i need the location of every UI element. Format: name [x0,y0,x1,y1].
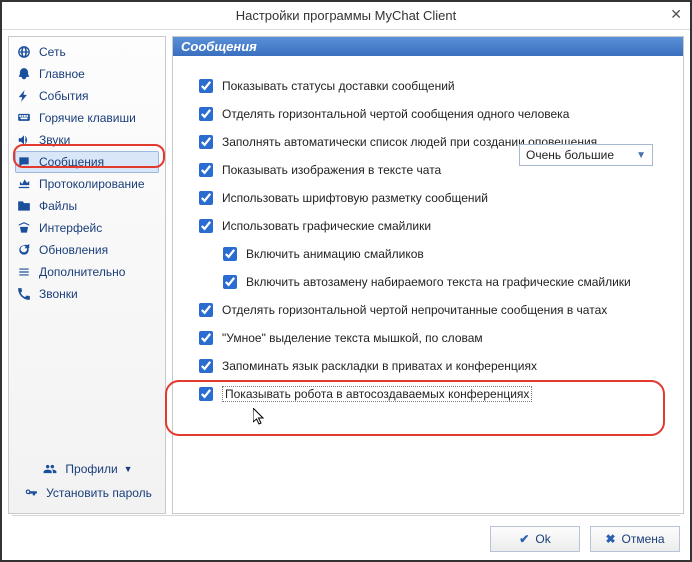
sidebar-item-10[interactable]: Дополнительно [9,261,165,283]
sidebar-item-11[interactable]: Звонки [9,283,165,305]
sidebar-item-label: Обновления [39,243,108,257]
cancel-label: Отмена [622,532,665,546]
option-label: Включить автозамену набираемого текста н… [246,275,631,289]
sidebar-icon [15,88,33,104]
sidebar-icon [15,220,33,236]
option-row-5[interactable]: Использовать графические смайлики [195,212,673,240]
chevron-down-icon: ▼ [124,464,133,474]
set-password-button[interactable]: Установить пароль [13,481,161,505]
option-label: Использовать графические смайлики [222,219,431,233]
sidebar-item-1[interactable]: Главное [9,63,165,85]
check-icon: ✔ [519,532,529,546]
sidebar-icon [15,286,33,302]
option-label: Показывать статусы доставки сообщений [222,79,455,93]
sidebar-icon [15,132,33,148]
sidebar-item-2[interactable]: События [9,85,165,107]
option-row-9[interactable]: "Умное" выделение текста мышкой, по слов… [195,324,673,352]
option-label: Показывать робота в автосоздаваемых конф… [222,386,532,402]
option-checkbox[interactable] [199,79,213,93]
sidebar-icon [15,176,33,192]
option-row-6[interactable]: Включить анимацию смайликов [219,240,673,268]
sidebar-item-0[interactable]: Сеть [9,41,165,63]
option-row-10[interactable]: Запоминать язык раскладки в приватах и к… [195,352,673,380]
option-checkbox[interactable] [199,303,213,317]
option-checkbox[interactable] [223,275,237,289]
profiles-label: Профили [65,462,117,476]
chevron-down-icon: ▼ [636,150,646,161]
option-row-4[interactable]: Использовать шрифтовую разметку сообщени… [195,184,673,212]
dialog-footer: ✔ Ok ✖ Отмена [12,526,680,552]
users-icon [41,461,59,477]
sidebar-icon [15,242,33,258]
option-checkbox[interactable] [199,219,213,233]
option-checkbox[interactable] [199,107,213,121]
sidebar: Сеть Главное События Горячие клавиши Звуки Со… [2,30,166,520]
option-row-11[interactable]: Показывать робота в автосоздаваемых конф… [195,380,673,408]
sidebar-icon [15,198,33,214]
sidebar-icon [15,66,33,82]
sidebar-footer: Профили ▼ Установить пароль [13,457,161,505]
option-label: Отделять горизонтальной чертой сообщения… [222,107,569,121]
window-title: Настройки программы MyChat Client [236,8,457,23]
sidebar-item-3[interactable]: Горячие клавиши [9,107,165,129]
sidebar-icon [15,110,33,126]
sidebar-item-label: Протоколирование [39,177,145,191]
sidebar-item-9[interactable]: Обновления [9,239,165,261]
option-label: Запоминать язык раскладки в приватах и к… [222,359,537,373]
close-icon[interactable]: ✕ [670,6,682,23]
sidebar-item-7[interactable]: Файлы [9,195,165,217]
sidebar-item-label: Интерфейс [39,221,102,235]
option-checkbox[interactable] [199,387,213,401]
option-checkbox[interactable] [223,247,237,261]
sidebar-item-label: Файлы [39,199,77,213]
image-size-value: Очень большие [526,148,614,162]
panel-title: Сообщения [173,37,683,56]
option-label: Показывать изображения в тексте чата [222,163,441,177]
option-checkbox[interactable] [199,331,213,345]
option-row-0[interactable]: Показывать статусы доставки сообщений [195,72,673,100]
option-label: Включить анимацию смайликов [246,247,424,261]
sidebar-item-4[interactable]: Звуки [9,129,165,151]
sidebar-item-label: Главное [39,67,85,81]
key-icon [22,485,40,501]
sidebar-icon [15,154,33,170]
sidebar-item-label: Звонки [39,287,78,301]
option-label: "Умное" выделение текста мышкой, по слов… [222,331,483,345]
settings-panel: Сообщения Показывать статусы доставки со… [172,36,684,514]
sidebar-item-5[interactable]: Сообщения [15,151,159,173]
option-checkbox[interactable] [199,359,213,373]
ok-label: Ok [535,532,550,546]
cross-icon: ✖ [605,532,615,546]
sidebar-item-label: Звуки [39,133,70,147]
sidebar-item-label: События [39,89,89,103]
image-size-select[interactable]: Очень большие ▼ [519,144,653,166]
option-checkbox[interactable] [199,163,213,177]
sidebar-icon [15,264,33,280]
cursor-icon [253,408,269,428]
sidebar-list: Сеть Главное События Горячие клавиши Звуки Со… [8,36,166,514]
option-row-7[interactable]: Включить автозамену набираемого текста н… [219,268,673,296]
sidebar-item-label: Сеть [39,45,66,59]
footer-separator [12,515,680,516]
profiles-button[interactable]: Профили ▼ [13,457,161,481]
options-area: Показывать статусы доставки сообщений Отд… [173,56,683,418]
sidebar-item-6[interactable]: Протоколирование [9,173,165,195]
option-checkbox[interactable] [199,135,213,149]
sidebar-item-label: Сообщения [39,155,104,169]
option-row-1[interactable]: Отделять горизонтальной чертой сообщения… [195,100,673,128]
sidebar-icon [15,44,33,60]
option-row-8[interactable]: Отделять горизонтальной чертой непрочита… [195,296,673,324]
titlebar: Настройки программы MyChat Client ✕ [2,2,690,30]
sidebar-item-8[interactable]: Интерфейс [9,217,165,239]
set-password-label: Установить пароль [46,486,152,500]
ok-button[interactable]: ✔ Ok [490,526,580,552]
cancel-button[interactable]: ✖ Отмена [590,526,680,552]
sidebar-item-label: Дополнительно [39,265,125,279]
option-checkbox[interactable] [199,191,213,205]
sidebar-item-label: Горячие клавиши [39,111,136,125]
option-label: Отделять горизонтальной чертой непрочита… [222,303,607,317]
option-label: Использовать шрифтовую разметку сообщени… [222,191,488,205]
